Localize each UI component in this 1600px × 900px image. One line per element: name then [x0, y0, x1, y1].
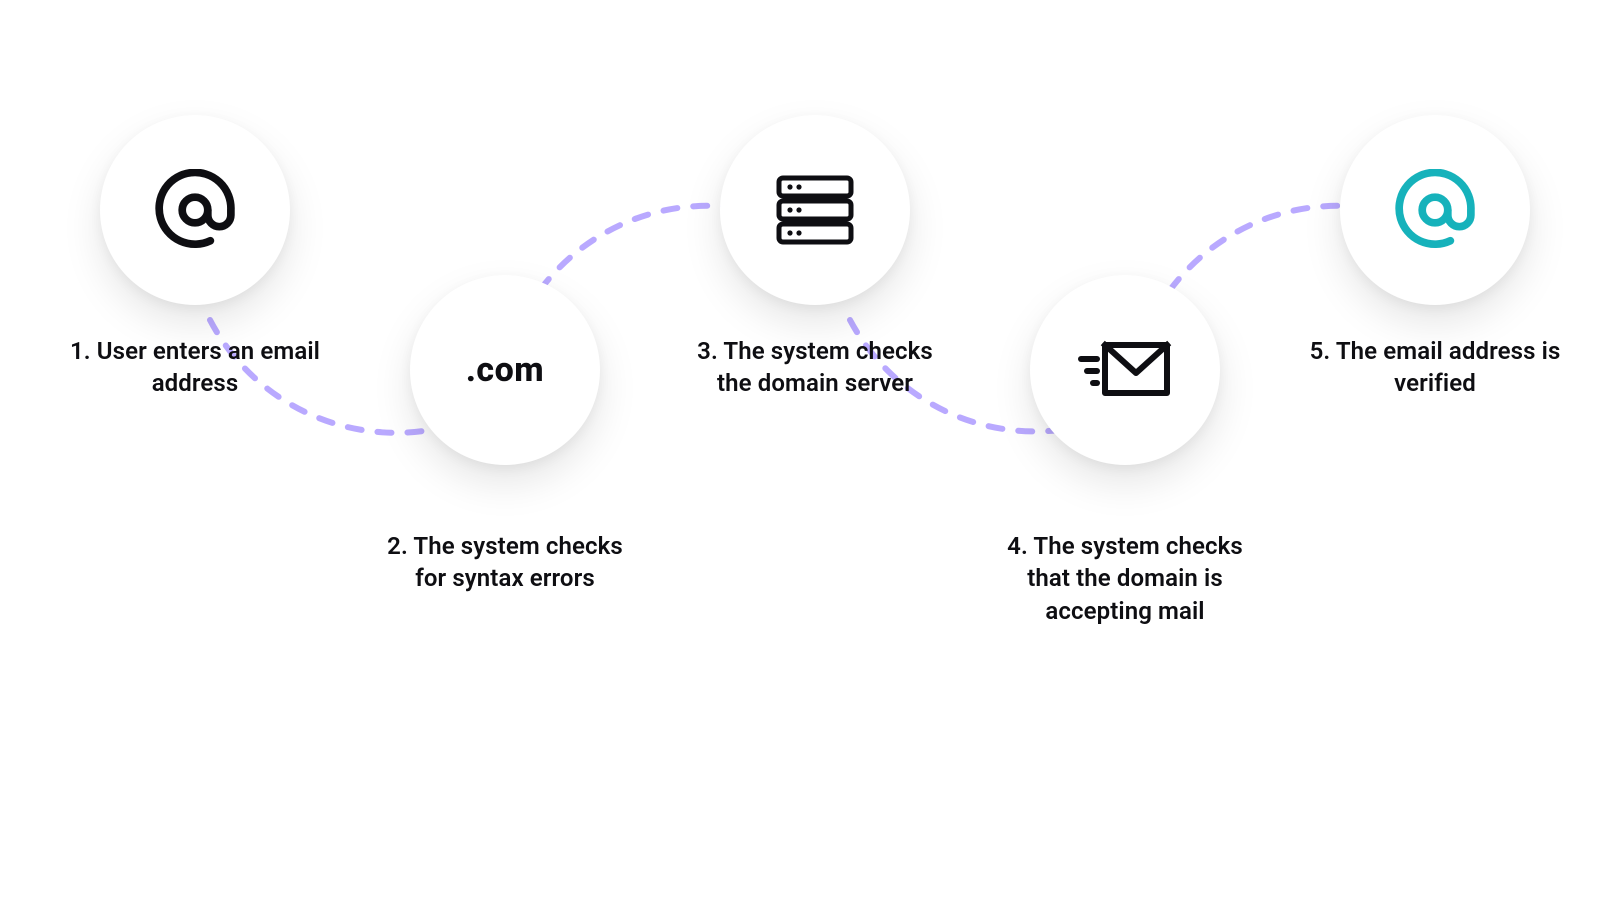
mail-send-icon: [1075, 335, 1175, 405]
diagram-stage: .com: [0, 0, 1600, 900]
step3-caption: 3. The system checks the domain server: [685, 335, 945, 400]
step1-circle: [100, 115, 290, 305]
step4-caption: 4. The system checks that the domain is …: [995, 530, 1255, 627]
dot-com-icon: .com: [466, 350, 544, 390]
step5-circle: [1340, 115, 1530, 305]
step3-circle: [720, 115, 910, 305]
at-sign-verified-icon: [1394, 169, 1476, 251]
step4-circle: [1030, 275, 1220, 465]
step1-caption: 1. User enters an email address: [65, 335, 325, 400]
step2-circle: .com: [410, 275, 600, 465]
at-sign-icon: [154, 169, 236, 251]
step5-caption: 5. The email address is verified: [1305, 335, 1565, 400]
server-icon: [773, 174, 857, 246]
step2-caption: 2. The system checks for syntax errors: [375, 530, 635, 595]
